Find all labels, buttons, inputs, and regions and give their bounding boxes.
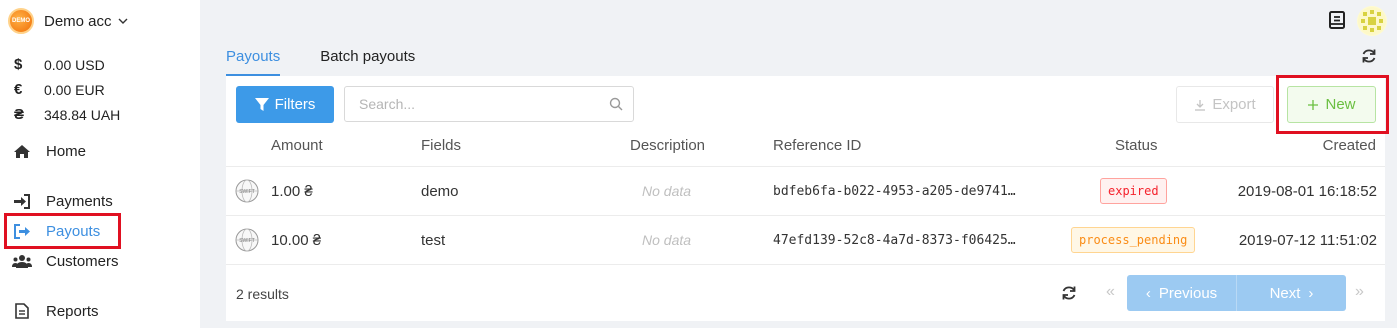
- balance-usd: $ 0.00 USD: [14, 52, 120, 77]
- status-cell: process_pending: [1071, 216, 1196, 264]
- fields-cell: test: [421, 231, 446, 249]
- tab-batch-payouts[interactable]: Batch payouts: [320, 40, 415, 76]
- tab-payouts[interactable]: Payouts: [226, 40, 281, 76]
- amount-cell: 10.00 ₴: [271, 231, 322, 249]
- refresh-icon[interactable]: [1361, 48, 1377, 67]
- balance-value: 0.00 EUR: [44, 81, 105, 98]
- balance-value: 348.84 UAH: [44, 106, 121, 123]
- status-badge: process_pending: [1071, 227, 1196, 253]
- svg-text:SWIFT: SWIFT: [239, 189, 255, 195]
- sidebar-item-label: Payments: [46, 192, 113, 210]
- sidebar-item-home[interactable]: Home: [12, 139, 86, 163]
- sidebar-item-customers[interactable]: Customers: [12, 249, 119, 273]
- sign-in-icon: [12, 193, 32, 209]
- column-header-description[interactable]: Description: [630, 137, 705, 154]
- fields-cell: demo: [421, 182, 459, 200]
- column-header-amount[interactable]: Amount: [271, 137, 323, 154]
- export-button[interactable]: Export: [1176, 86, 1274, 123]
- account-switcher[interactable]: DEMO Demo acc: [8, 8, 128, 34]
- column-header-fields[interactable]: Fields: [421, 137, 461, 154]
- reference-id-cell: 47efd139-52c8-4a7d-8373-f06425…: [773, 232, 1016, 248]
- sidebar-item-label: Reports: [46, 302, 99, 320]
- balance-eur: € 0.00 EUR: [14, 77, 120, 102]
- book-icon[interactable]: [1327, 10, 1347, 33]
- svg-text:SWIFT: SWIFT: [239, 238, 255, 244]
- reference-id-cell: bdfeb6fa-b022-4953-a205-de9741…: [773, 183, 1016, 199]
- chevron-right-icon: ›: [1308, 284, 1314, 302]
- previous-label: Previous: [1158, 284, 1218, 302]
- account-name: Demo acc: [44, 12, 112, 30]
- table-row[interactable]: SWIFT 1.00 ₴ demo No data bdfeb6fa-b022-…: [226, 166, 1385, 215]
- table-footer: 2 results « ‹ Previous Next › »: [226, 264, 1385, 321]
- filters-label: Filters: [274, 96, 316, 113]
- description-cell: No data: [642, 232, 692, 248]
- users-icon: [12, 253, 32, 269]
- status-cell: expired: [1100, 167, 1167, 215]
- tab-bar: Payouts Batch payouts: [226, 40, 455, 76]
- created-cell: 2019-08-01 16:18:52: [1237, 182, 1377, 200]
- column-header-reference-id[interactable]: Reference ID: [773, 137, 861, 154]
- demo-logo: DEMO: [8, 8, 34, 34]
- pagination-group: ‹ Previous Next ›: [1127, 275, 1346, 311]
- swift-icon: SWIFT: [235, 167, 259, 215]
- previous-button[interactable]: ‹ Previous: [1127, 275, 1236, 311]
- results-count: 2 results: [236, 286, 289, 302]
- avatar[interactable]: [1357, 6, 1387, 36]
- topbar-actions: [1327, 6, 1387, 36]
- last-page-button[interactable]: »: [1355, 283, 1364, 301]
- dollar-icon: $: [14, 56, 23, 73]
- sidebar-item-label: Home: [46, 142, 87, 160]
- reload-icon[interactable]: [1061, 285, 1077, 304]
- search-icon: [609, 97, 623, 111]
- column-header-created[interactable]: Created: [1323, 137, 1376, 154]
- hryvnia-icon: ₴: [14, 106, 25, 123]
- next-label: Next: [1269, 284, 1301, 302]
- swift-icon: SWIFT: [235, 216, 259, 264]
- balance-value: 0.00 USD: [44, 56, 105, 73]
- first-page-button[interactable]: «: [1106, 283, 1115, 301]
- column-header-status[interactable]: Status: [1115, 137, 1158, 154]
- balance-uah: ₴ 348.84 UAH: [14, 102, 120, 127]
- filters-button[interactable]: Filters: [236, 86, 334, 123]
- filter-icon: [254, 97, 269, 111]
- sidebar: DEMO Demo acc $ 0.00 USD € 0.00 EUR ₴ 34…: [0, 0, 200, 328]
- highlight-box-new: [1276, 75, 1389, 134]
- description-cell: No data: [642, 183, 692, 199]
- highlight-box-payouts: [4, 213, 121, 249]
- export-label: Export: [1212, 96, 1256, 113]
- file-text-icon: [12, 303, 32, 319]
- next-button[interactable]: Next ›: [1236, 275, 1346, 311]
- chevron-down-icon: [118, 18, 128, 24]
- table-row[interactable]: SWIFT 10.00 ₴ test No data 47efd139-52c8…: [226, 215, 1385, 264]
- status-badge: expired: [1100, 178, 1167, 204]
- balances-list: $ 0.00 USD € 0.00 EUR ₴ 348.84 UAH: [14, 52, 120, 127]
- euro-icon: €: [14, 81, 23, 98]
- search-input[interactable]: [345, 87, 595, 121]
- amount-cell: 1.00 ₴: [271, 182, 313, 200]
- download-icon: [1195, 99, 1206, 111]
- payouts-panel: Filters Export New Amount Fields Descrip…: [226, 76, 1385, 321]
- sidebar-item-payments[interactable]: Payments: [12, 189, 113, 213]
- created-cell: 2019-07-12 11:51:02: [1238, 231, 1377, 249]
- sidebar-item-label: Customers: [46, 252, 119, 270]
- chevron-left-icon: ‹: [1145, 284, 1151, 302]
- search-field: [344, 86, 634, 122]
- home-icon: [12, 143, 32, 159]
- sidebar-item-reports[interactable]: Reports: [12, 299, 99, 323]
